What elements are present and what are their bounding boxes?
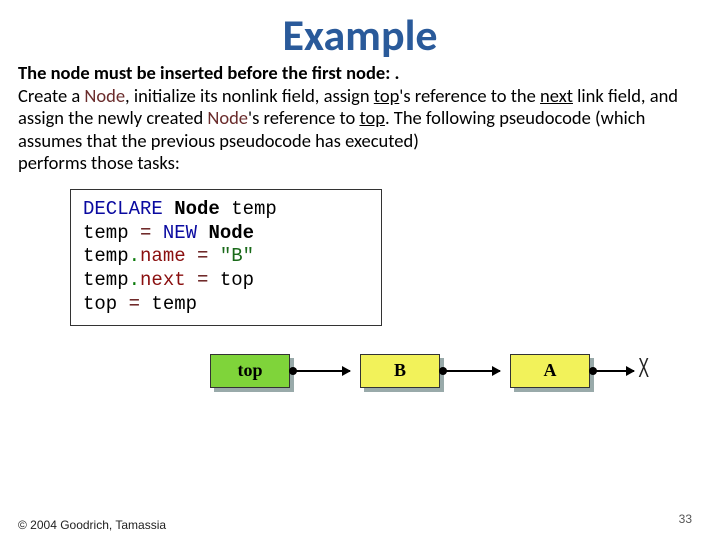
arrow-b-a xyxy=(444,370,500,372)
pseudocode-box: DECLARE Node temp temp = NEW Node temp.n… xyxy=(70,189,382,326)
field-name: name xyxy=(140,245,197,267)
var-temp-4: temp xyxy=(83,269,129,291)
code-line-1: DECLARE Node temp xyxy=(83,198,375,222)
field-next: next xyxy=(140,269,197,291)
dot-2: . xyxy=(129,269,140,291)
noun-node-1: Node xyxy=(84,84,125,107)
body-paragraph: The node must be inserted before the fir… xyxy=(0,62,720,175)
node-b: B xyxy=(360,354,440,388)
type-node-2: Node xyxy=(208,222,254,244)
null-mark-icon: X xyxy=(638,353,649,385)
var-temp-3: temp xyxy=(83,245,129,267)
page-number: 33 xyxy=(679,512,692,526)
op-eq-1: = xyxy=(140,222,151,244)
para-t3: 's reference to the xyxy=(399,84,540,107)
dot-1: . xyxy=(129,245,140,267)
code-line-3: temp.name = "B" xyxy=(83,245,375,269)
noun-node-2: Node xyxy=(207,106,248,129)
para-t7: performs those tasks: xyxy=(18,151,180,174)
linked-list-diagram: top B A X xyxy=(210,354,720,400)
op-eq-3: = xyxy=(197,269,208,291)
arrow-top-b xyxy=(294,370,350,372)
node-a: A xyxy=(510,354,590,388)
type-node-1: Node xyxy=(174,198,220,220)
code-line-2: temp = NEW Node xyxy=(83,222,375,246)
arrow-a-null xyxy=(594,370,634,372)
var-top-1: top xyxy=(208,269,254,291)
code-line-5: top = temp xyxy=(83,293,375,317)
var-top-2: top xyxy=(83,293,129,315)
kw-new: NEW xyxy=(151,222,208,244)
var-temp-2: temp xyxy=(83,222,140,244)
kw-declare: DECLARE xyxy=(83,198,174,220)
str-b: "B" xyxy=(208,245,254,267)
ref-next-1: next xyxy=(540,84,573,107)
para-t5: 's reference to xyxy=(248,106,359,129)
ref-top-2: top xyxy=(359,106,385,129)
para-t1: Create a xyxy=(18,84,84,107)
ref-top-1: top xyxy=(374,84,400,107)
op-eq-4: = xyxy=(129,293,140,315)
var-temp-5: temp xyxy=(140,293,197,315)
para-t2: , initialize its nonlink field, assign xyxy=(125,84,374,107)
copyright-text: © 2004 Goodrich, Tamassia xyxy=(18,518,166,532)
code-line-4: temp.next = top xyxy=(83,269,375,293)
slide-title: Example xyxy=(0,8,720,62)
op-eq-2: = xyxy=(197,245,208,267)
var-temp-1: temp xyxy=(220,198,277,220)
lead-sentence: The node must be inserted before the fir… xyxy=(18,61,399,84)
node-top: top xyxy=(210,354,290,388)
